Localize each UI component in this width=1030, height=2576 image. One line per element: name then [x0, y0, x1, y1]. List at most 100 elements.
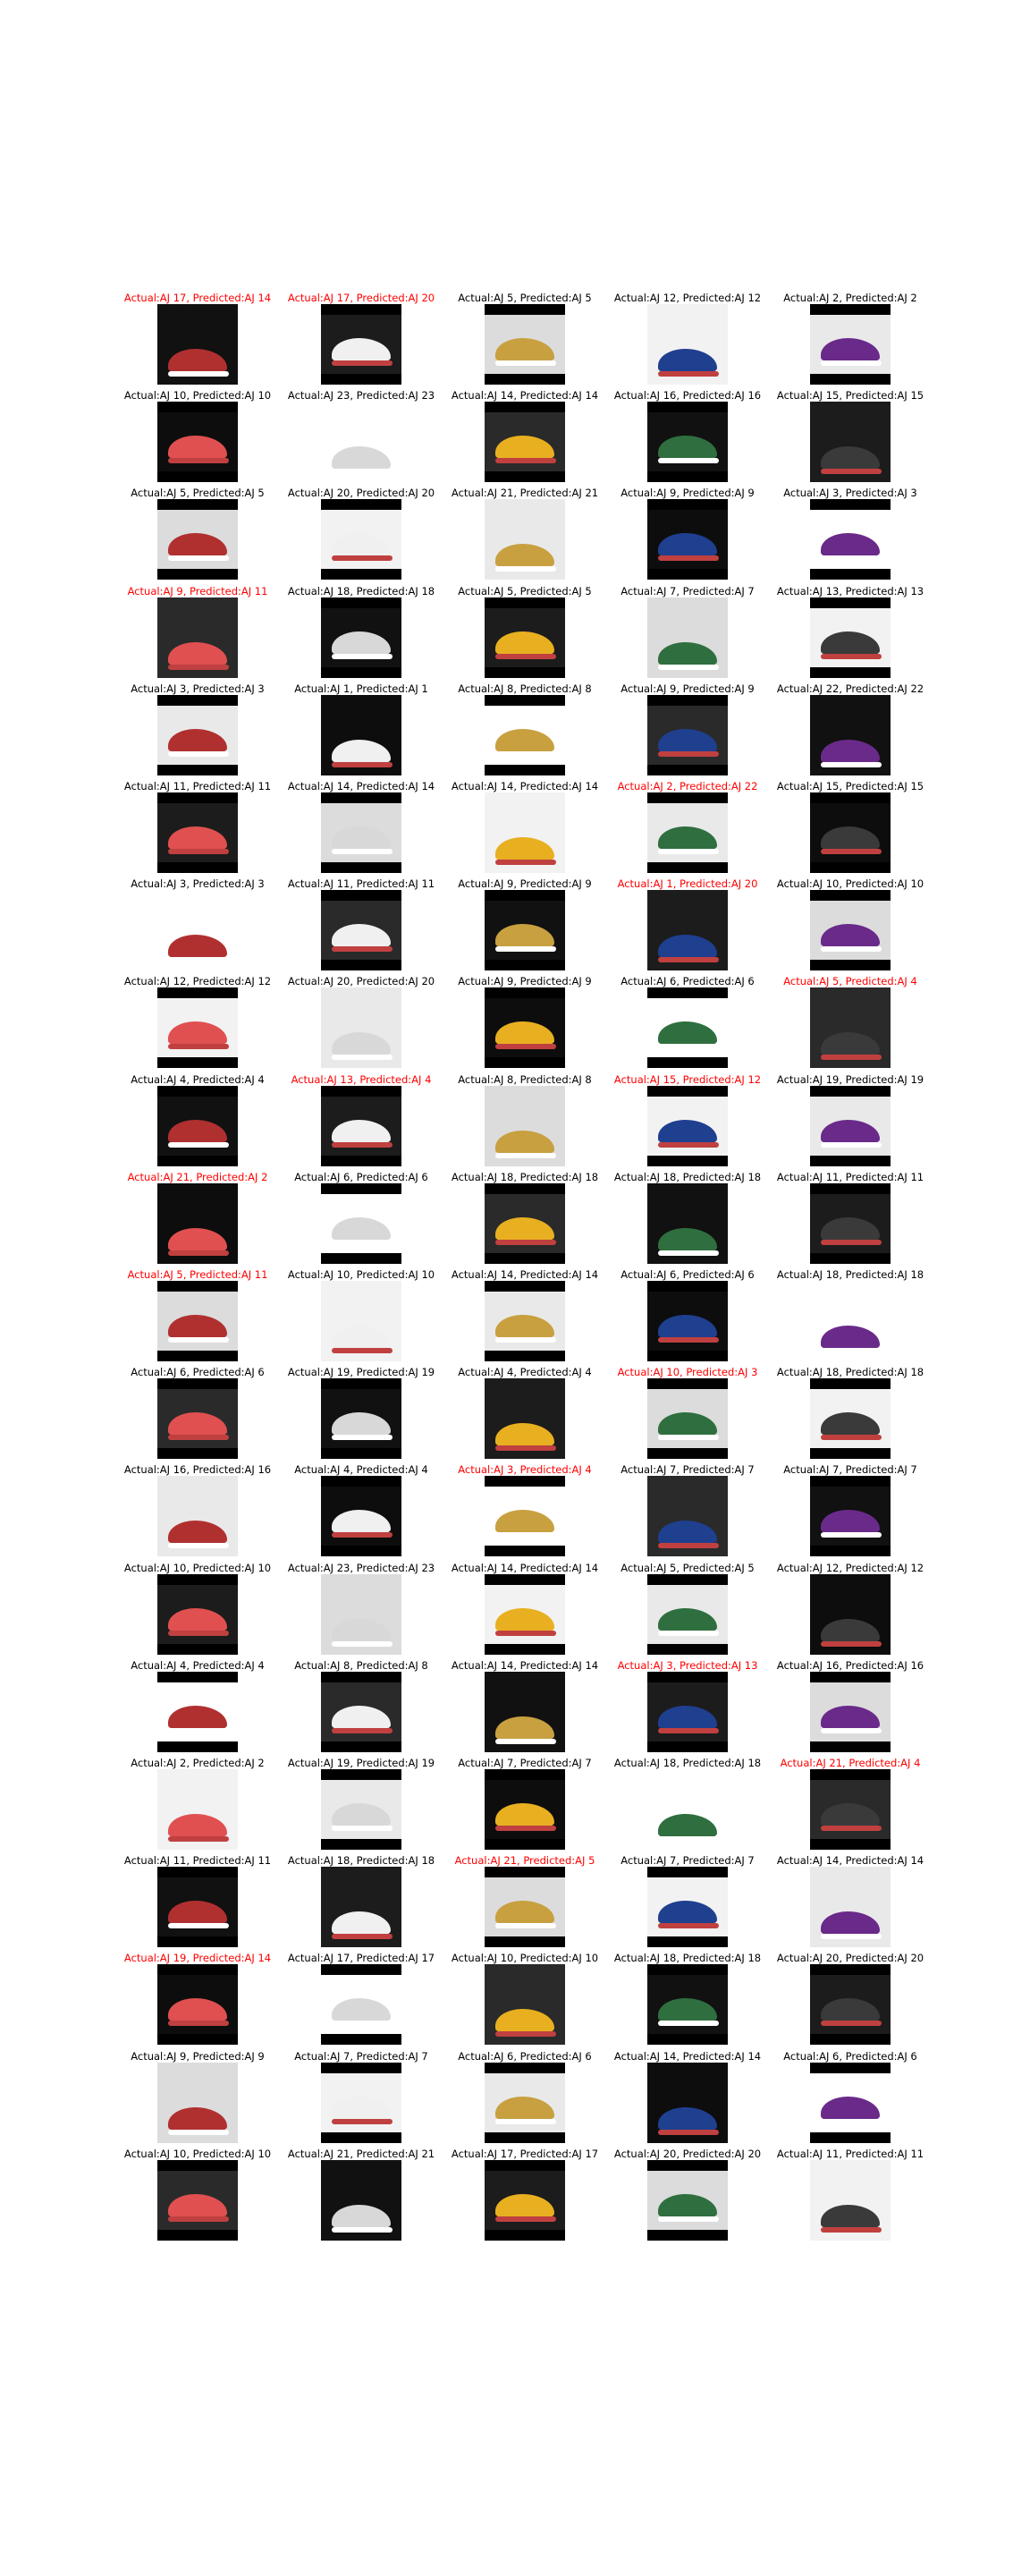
sneaker-sole — [332, 761, 393, 767]
prediction-caption: Actual:AJ 9, Predicted:AJ 9 — [621, 487, 755, 500]
shoe-photo — [321, 1487, 401, 1546]
sneaker-icon — [821, 1216, 880, 1241]
shoe-photo — [647, 304, 728, 385]
sneaker-icon — [821, 446, 880, 470]
shoe-photo — [485, 1193, 565, 1253]
shoe-thumbnail — [157, 694, 238, 775]
sneaker-icon — [332, 1911, 391, 1936]
sneaker-icon — [168, 1119, 227, 1143]
shoe-photo — [157, 1476, 238, 1557]
prediction-caption: Actual:AJ 14, Predicted:AJ 14 — [776, 1854, 924, 1868]
shoe-photo — [157, 890, 238, 971]
sneaker-sole — [168, 2021, 229, 2027]
shoe-thumbnail — [647, 1671, 728, 1752]
prediction-caption: Actual:AJ 4, Predicted:AJ 4 — [294, 1463, 428, 1477]
shoe-photo — [157, 1877, 238, 1937]
sneaker-sole — [168, 1630, 229, 1636]
shoe-photo — [321, 1780, 401, 1839]
sneaker-icon — [495, 728, 554, 752]
shoe-photo — [321, 694, 401, 775]
shoe-photo — [157, 998, 238, 1058]
sneaker-sole — [821, 1348, 882, 1353]
shoe-thumbnail — [810, 1573, 891, 1655]
prediction-caption: Actual:AJ 22, Predicted:AJ 22 — [776, 682, 924, 695]
sneaker-icon — [168, 728, 227, 752]
shoe-photo — [321, 402, 401, 483]
prediction-caption: Actual:AJ 14, Predicted:AJ 14 — [451, 1561, 599, 1574]
shoe-photo — [157, 1769, 238, 1850]
sneaker-sole — [168, 1141, 229, 1148]
shoe-thumbnail — [647, 1476, 728, 1557]
prediction-caption: Actual:AJ 6, Predicted:AJ 6 — [458, 2049, 592, 2063]
shoe-thumbnail — [321, 1671, 401, 1752]
sneaker-sole — [821, 555, 882, 562]
sneaker-icon — [821, 1119, 880, 1143]
shoe-thumbnail — [810, 792, 891, 873]
prediction-caption: Actual:AJ 10, Predicted:AJ 10 — [287, 1268, 435, 1281]
prediction-caption: Actual:AJ 14, Predicted:AJ 14 — [451, 389, 599, 402]
sneaker-icon — [332, 924, 391, 948]
sneaker-icon — [495, 1216, 554, 1241]
sneaker-icon — [495, 631, 554, 655]
sneaker-icon — [495, 2193, 554, 2217]
sneaker-sole — [821, 761, 882, 767]
shoe-photo — [321, 510, 401, 570]
shoe-photo — [485, 412, 565, 472]
sneaker-sole — [332, 1640, 393, 1647]
prediction-caption: Actual:AJ 18, Predicted:AJ 18 — [287, 1854, 435, 1868]
sneaker-icon — [495, 1901, 554, 1925]
prediction-caption: Actual:AJ 18, Predicted:AJ 18 — [287, 584, 435, 597]
shoe-photo — [810, 510, 891, 570]
sneaker-sole — [332, 469, 393, 475]
sneaker-icon — [332, 2204, 391, 2228]
shoe-thumbnail — [321, 1182, 401, 1264]
prediction-caption: Actual:AJ 15, Predicted:AJ 15 — [776, 389, 924, 402]
sneaker-sole — [332, 653, 393, 659]
sneaker-sole — [821, 1727, 882, 1733]
sneaker-sole — [332, 1532, 393, 1538]
sneaker-icon — [332, 1998, 391, 2022]
prediction-caption: Actual:AJ 21, Predicted:AJ 2 — [127, 1170, 268, 1183]
shoe-thumbnail — [485, 694, 565, 775]
shoe-thumbnail — [157, 987, 238, 1069]
prediction-caption: Actual:AJ 3, Predicted:AJ 3 — [131, 877, 265, 891]
prediction-caption: Actual:AJ 18, Predicted:AJ 18 — [613, 1952, 762, 1965]
sneaker-sole — [495, 458, 556, 464]
sneaker-icon — [332, 1326, 391, 1349]
prediction-caption: Actual:AJ 18, Predicted:AJ 18 — [451, 1170, 599, 1183]
shoe-thumbnail — [321, 499, 401, 580]
shoe-photo — [321, 1975, 401, 2035]
sneaker-icon — [168, 1412, 227, 1436]
sneaker-sole — [658, 1141, 719, 1148]
shoe-thumbnail — [157, 1182, 238, 1264]
prediction-caption: Actual:AJ 10, Predicted:AJ 10 — [451, 1952, 599, 1965]
prediction-caption: Actual:AJ 18, Predicted:AJ 18 — [613, 1170, 762, 1183]
shoe-thumbnail — [810, 2062, 891, 2143]
sneaker-icon — [495, 1130, 554, 1154]
sneaker-icon — [495, 1607, 554, 1631]
shoe-photo — [810, 987, 891, 1069]
shoe-thumbnail — [647, 1378, 728, 1460]
sneaker-sole — [658, 2129, 719, 2135]
prediction-caption: Actual:AJ 4, Predicted:AJ 4 — [131, 1658, 265, 1672]
shoe-thumbnail — [485, 2159, 565, 2241]
shoe-thumbnail — [485, 1573, 565, 1655]
sneaker-icon — [168, 1901, 227, 1925]
prediction-grid: Actual:AJ 17, Predicted:AJ 14 Actual:AJ 1… — [0, 0, 1030, 2576]
shoe-thumbnail — [321, 1573, 401, 1655]
sneaker-icon — [658, 1412, 717, 1436]
shoe-photo — [647, 803, 728, 862]
sneaker-sole — [821, 2118, 882, 2124]
prediction-caption: Actual:AJ 13, Predicted:AJ 4 — [291, 1072, 432, 1086]
sneaker-icon — [821, 338, 880, 361]
shoe-photo — [321, 1573, 401, 1655]
sneaker-sole — [658, 1250, 719, 1256]
sneaker-icon — [495, 1803, 554, 1826]
prediction-caption: Actual:AJ 9, Predicted:AJ 9 — [458, 975, 592, 988]
shoe-photo — [810, 1867, 891, 1948]
sneaker-sole — [495, 360, 556, 366]
sneaker-sole — [168, 1337, 229, 1343]
shoe-thumbnail — [321, 694, 401, 775]
prediction-caption: Actual:AJ 7, Predicted:AJ 7 — [458, 1757, 592, 1769]
shoe-thumbnail — [321, 1085, 401, 1166]
